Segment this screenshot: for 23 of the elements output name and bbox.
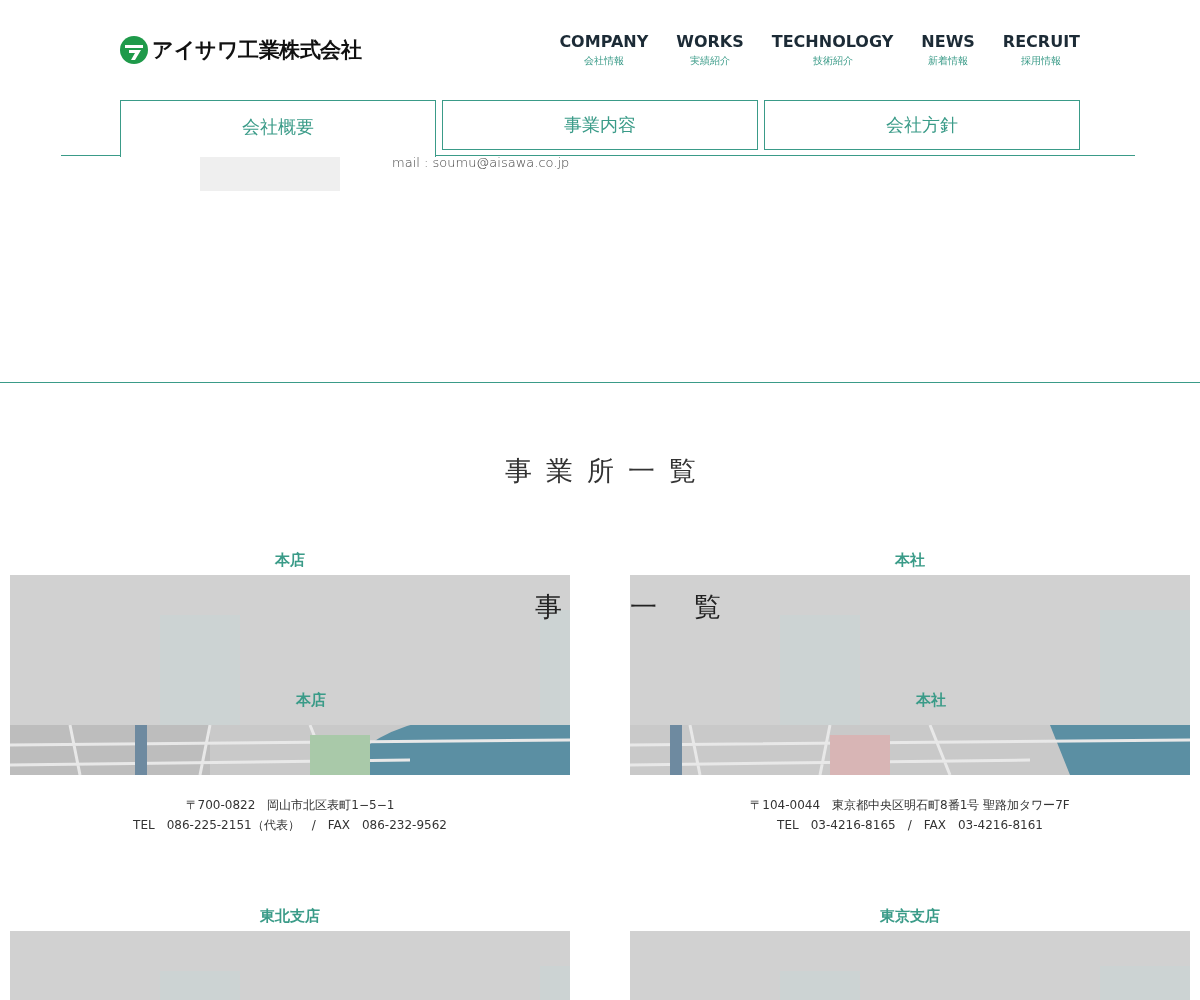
- section-heading: 事業所一覧: [503, 454, 711, 488]
- ghost-office-name: 本社: [915, 691, 946, 709]
- email-text: mail : soumu@aisawa.co.jp: [392, 155, 570, 172]
- address-line: 〒700-0822 岡山市北区表町1−5−1: [184, 797, 396, 814]
- nav-link[interactable]: RECRUIT 採用情報: [1002, 32, 1080, 68]
- ghost-office-name: 本店: [295, 691, 326, 709]
- address-line: TEL 086-225-2151（代表） / FAX 086-232-9562: [133, 817, 447, 834]
- nav-link[interactable]: TECHNOLOGY 技術紹介: [771, 32, 894, 68]
- company-logo-text[interactable]: アイサワ工業株式会社: [152, 36, 361, 64]
- tab[interactable]: 会社概要: [120, 100, 436, 157]
- address-line: TEL 03-4216-8165 / FAX 03-4216-8161: [776, 817, 1044, 834]
- address-line: 〒104-0044 東京都中央区明石町8番1号 聖路加タワー7F: [750, 797, 1070, 814]
- office-name: 本店: [275, 551, 305, 571]
- office-name: 本社: [895, 551, 925, 571]
- nav-link[interactable]: COMPANY 会社情報: [559, 32, 649, 68]
- nav-link[interactable]: WORKS 実績紹介: [676, 32, 744, 68]
- ghost-heading: 事: [535, 590, 562, 624]
- logo-icon: [120, 36, 148, 64]
- ghost-heading: 一 覧: [630, 590, 735, 624]
- office-name: 東北支店: [260, 907, 320, 927]
- nav-link[interactable]: NEWS 新着情報: [921, 32, 975, 68]
- tab[interactable]: 会社方針: [764, 100, 1080, 150]
- office-name: 東京支店: [880, 907, 940, 927]
